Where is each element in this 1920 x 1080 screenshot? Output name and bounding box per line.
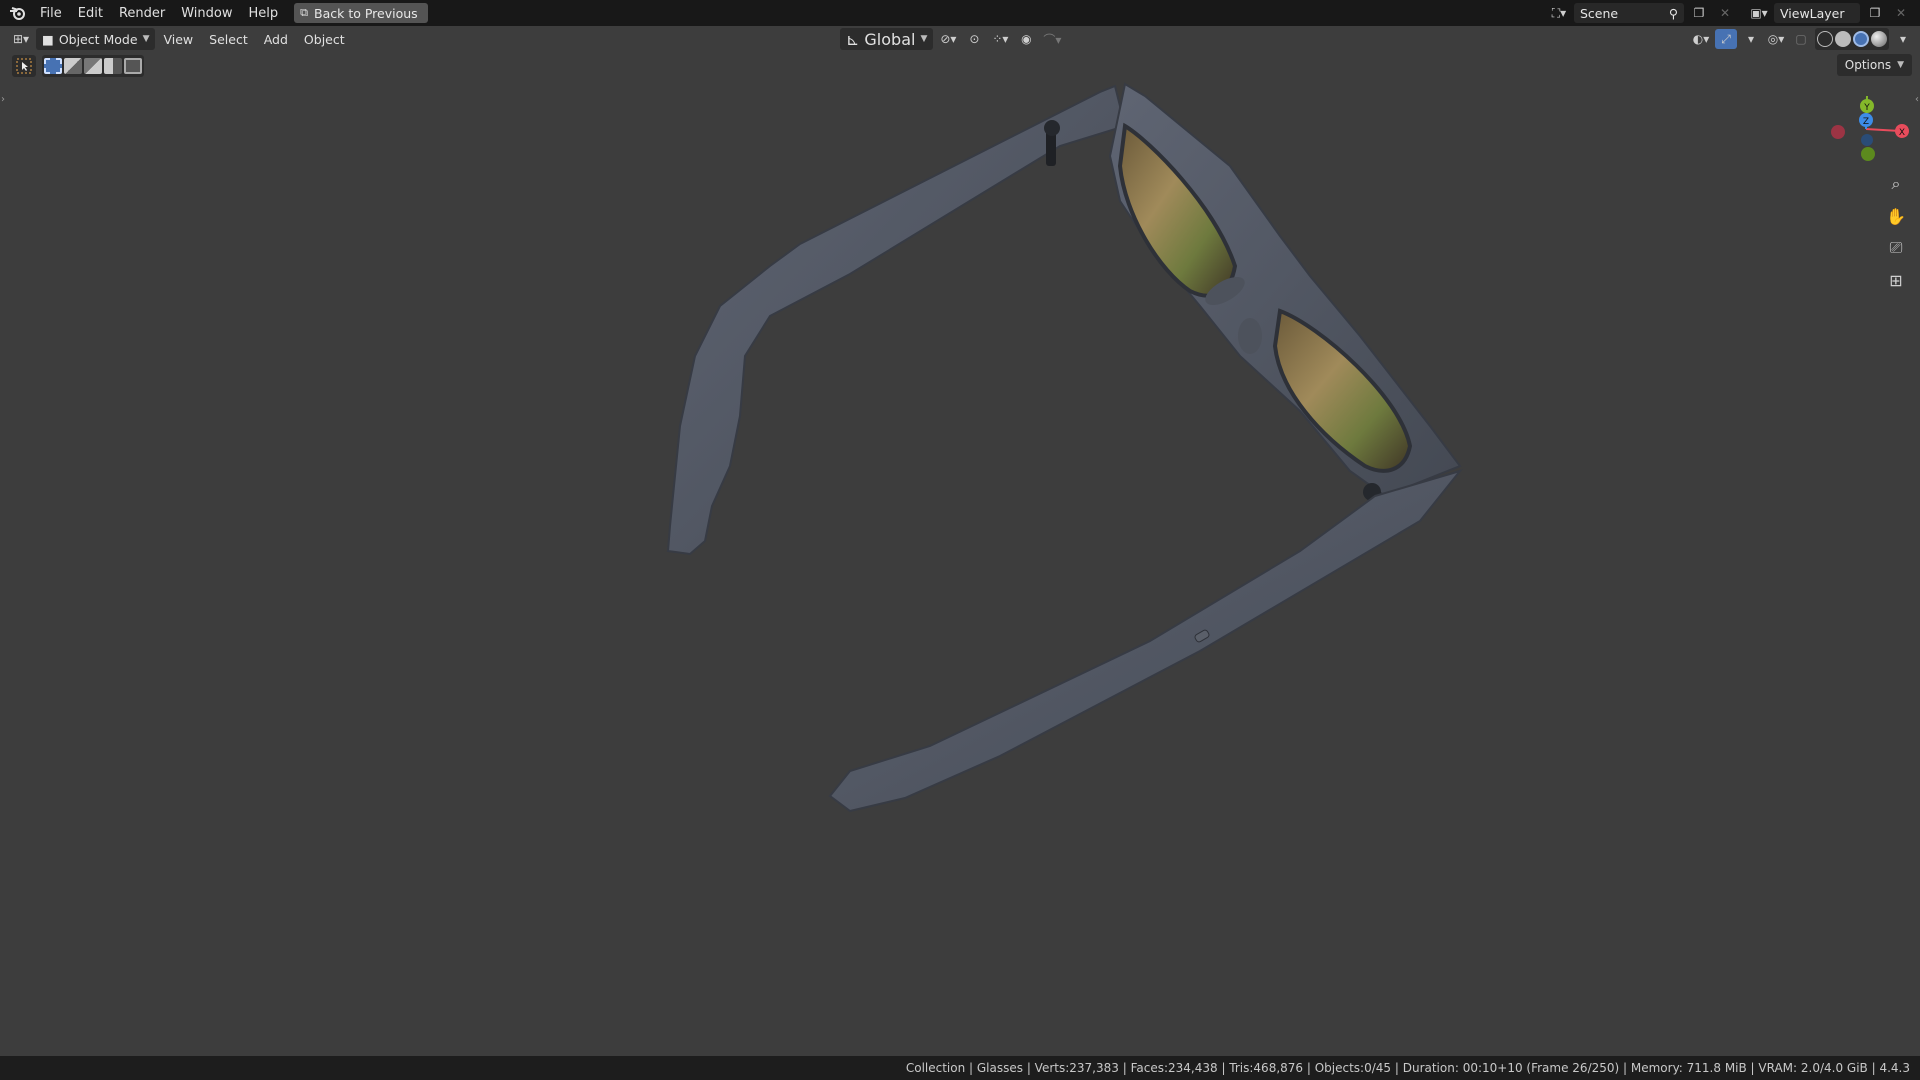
back-icon: ⧉ [300, 6, 308, 19]
back-to-previous-label: Back to Previous [314, 5, 418, 21]
perspective-toggle-icon[interactable]: ⊞ [1882, 268, 1910, 292]
status-bar: Collection | Glasses | Verts:237,383 | F… [0, 1056, 1920, 1080]
menu-help[interactable]: Help [241, 0, 287, 26]
view-layer-name: ViewLayer [1780, 5, 1845, 21]
scene-name-field[interactable]: Scene ⚲ [1574, 3, 1684, 23]
navigation-tools: ⌕ ✋ ⎚ ⊞ [1882, 172, 1910, 292]
top-right-controls: ⛶▾ Scene ⚲ ❐ ✕ ▣▾ ViewLayer ❐ ✕ [1548, 0, 1920, 26]
right-temple-arm[interactable] [828, 469, 1463, 813]
gizmo-neg-z[interactable] [1861, 134, 1873, 146]
gizmo-neg-x[interactable] [1831, 125, 1845, 139]
view-layer-selector-icon[interactable]: ▣▾ [1748, 3, 1770, 23]
gizmo-neg-y[interactable] [1861, 147, 1875, 161]
top-menubar: File Edit Render Window Help ⧉ Back to P… [0, 0, 1920, 26]
blender-logo-icon[interactable] [4, 0, 32, 26]
menu-render[interactable]: Render [111, 0, 173, 26]
scene-selector-icon[interactable]: ⛶▾ [1548, 3, 1570, 23]
back-to-previous-button[interactable]: ⧉ Back to Previous [294, 3, 428, 23]
scene-statistics: Collection | Glasses | Verts:237,383 | F… [905, 1061, 1910, 1075]
navigation-gizmo[interactable]: Y Z X [1820, 84, 1910, 174]
delete-view-layer-icon[interactable]: ✕ [1890, 3, 1912, 23]
3d-viewport[interactable]: ⊞▾ ■ Object Mode ▼ View Select Add Objec… [0, 26, 1920, 1056]
zoom-icon[interactable]: ⌕ [1882, 172, 1910, 196]
menu-edit[interactable]: Edit [70, 0, 111, 26]
gizmo-z-label: Z [1863, 117, 1869, 127]
delete-scene-icon[interactable]: ✕ [1714, 3, 1736, 23]
gizmo-y-label: Y [1863, 103, 1870, 113]
left-temple-arm[interactable] [666, 84, 1127, 556]
pin-icon[interactable]: ⚲ [1669, 6, 1678, 21]
menu-file[interactable]: File [32, 0, 70, 26]
pan-hand-icon[interactable]: ✋ [1882, 204, 1910, 228]
scene-name: Scene [1580, 5, 1619, 21]
menu-window[interactable]: Window [173, 0, 240, 26]
new-scene-icon[interactable]: ❐ [1688, 3, 1710, 23]
glasses-model[interactable] [0, 26, 1920, 1056]
front-frame[interactable] [1108, 82, 1462, 501]
view-layer-field[interactable]: ViewLayer [1774, 3, 1860, 23]
gizmo-x-label: X [1899, 128, 1905, 138]
new-view-layer-icon[interactable]: ❐ [1864, 3, 1886, 23]
camera-view-icon[interactable]: ⎚ [1882, 236, 1910, 260]
